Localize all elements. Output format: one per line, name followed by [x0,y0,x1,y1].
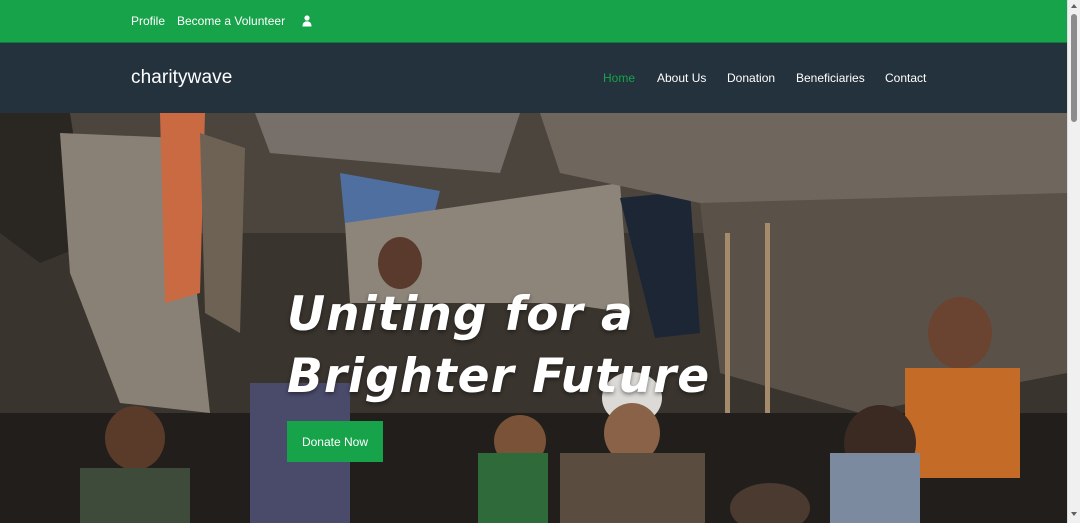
scroll-down-icon[interactable] [1071,512,1077,516]
site-brand[interactable]: charitywave [131,67,232,89]
hero-section: Uniting for a Brighter Future Donate Now [0,113,1067,523]
nav-about-us[interactable]: About Us [657,71,706,85]
scrollbar-thumb[interactable] [1071,14,1077,122]
nav-beneficiaries[interactable]: Beneficiaries [796,71,865,85]
top-utility-bar: Profile Become a Volunteer [0,0,1067,43]
user-icon[interactable] [302,14,312,27]
nav-home[interactable]: Home [603,71,635,85]
profile-link[interactable]: Profile [131,14,165,28]
page-scrollbar[interactable] [1067,0,1080,523]
scroll-up-icon[interactable] [1071,4,1077,8]
hero-title-line-2: Brighter Future [287,349,711,404]
nav-contact[interactable]: Contact [885,71,926,85]
main-navbar: charitywave Home About Us Donation Benef… [0,43,1067,113]
hero-title: Uniting for a Brighter Future [287,284,710,408]
donate-now-button[interactable]: Donate Now [287,421,383,462]
hero-title-line-1: Uniting for a [287,287,634,342]
nav-donation[interactable]: Donation [727,71,775,85]
become-volunteer-link[interactable]: Become a Volunteer [177,14,285,28]
